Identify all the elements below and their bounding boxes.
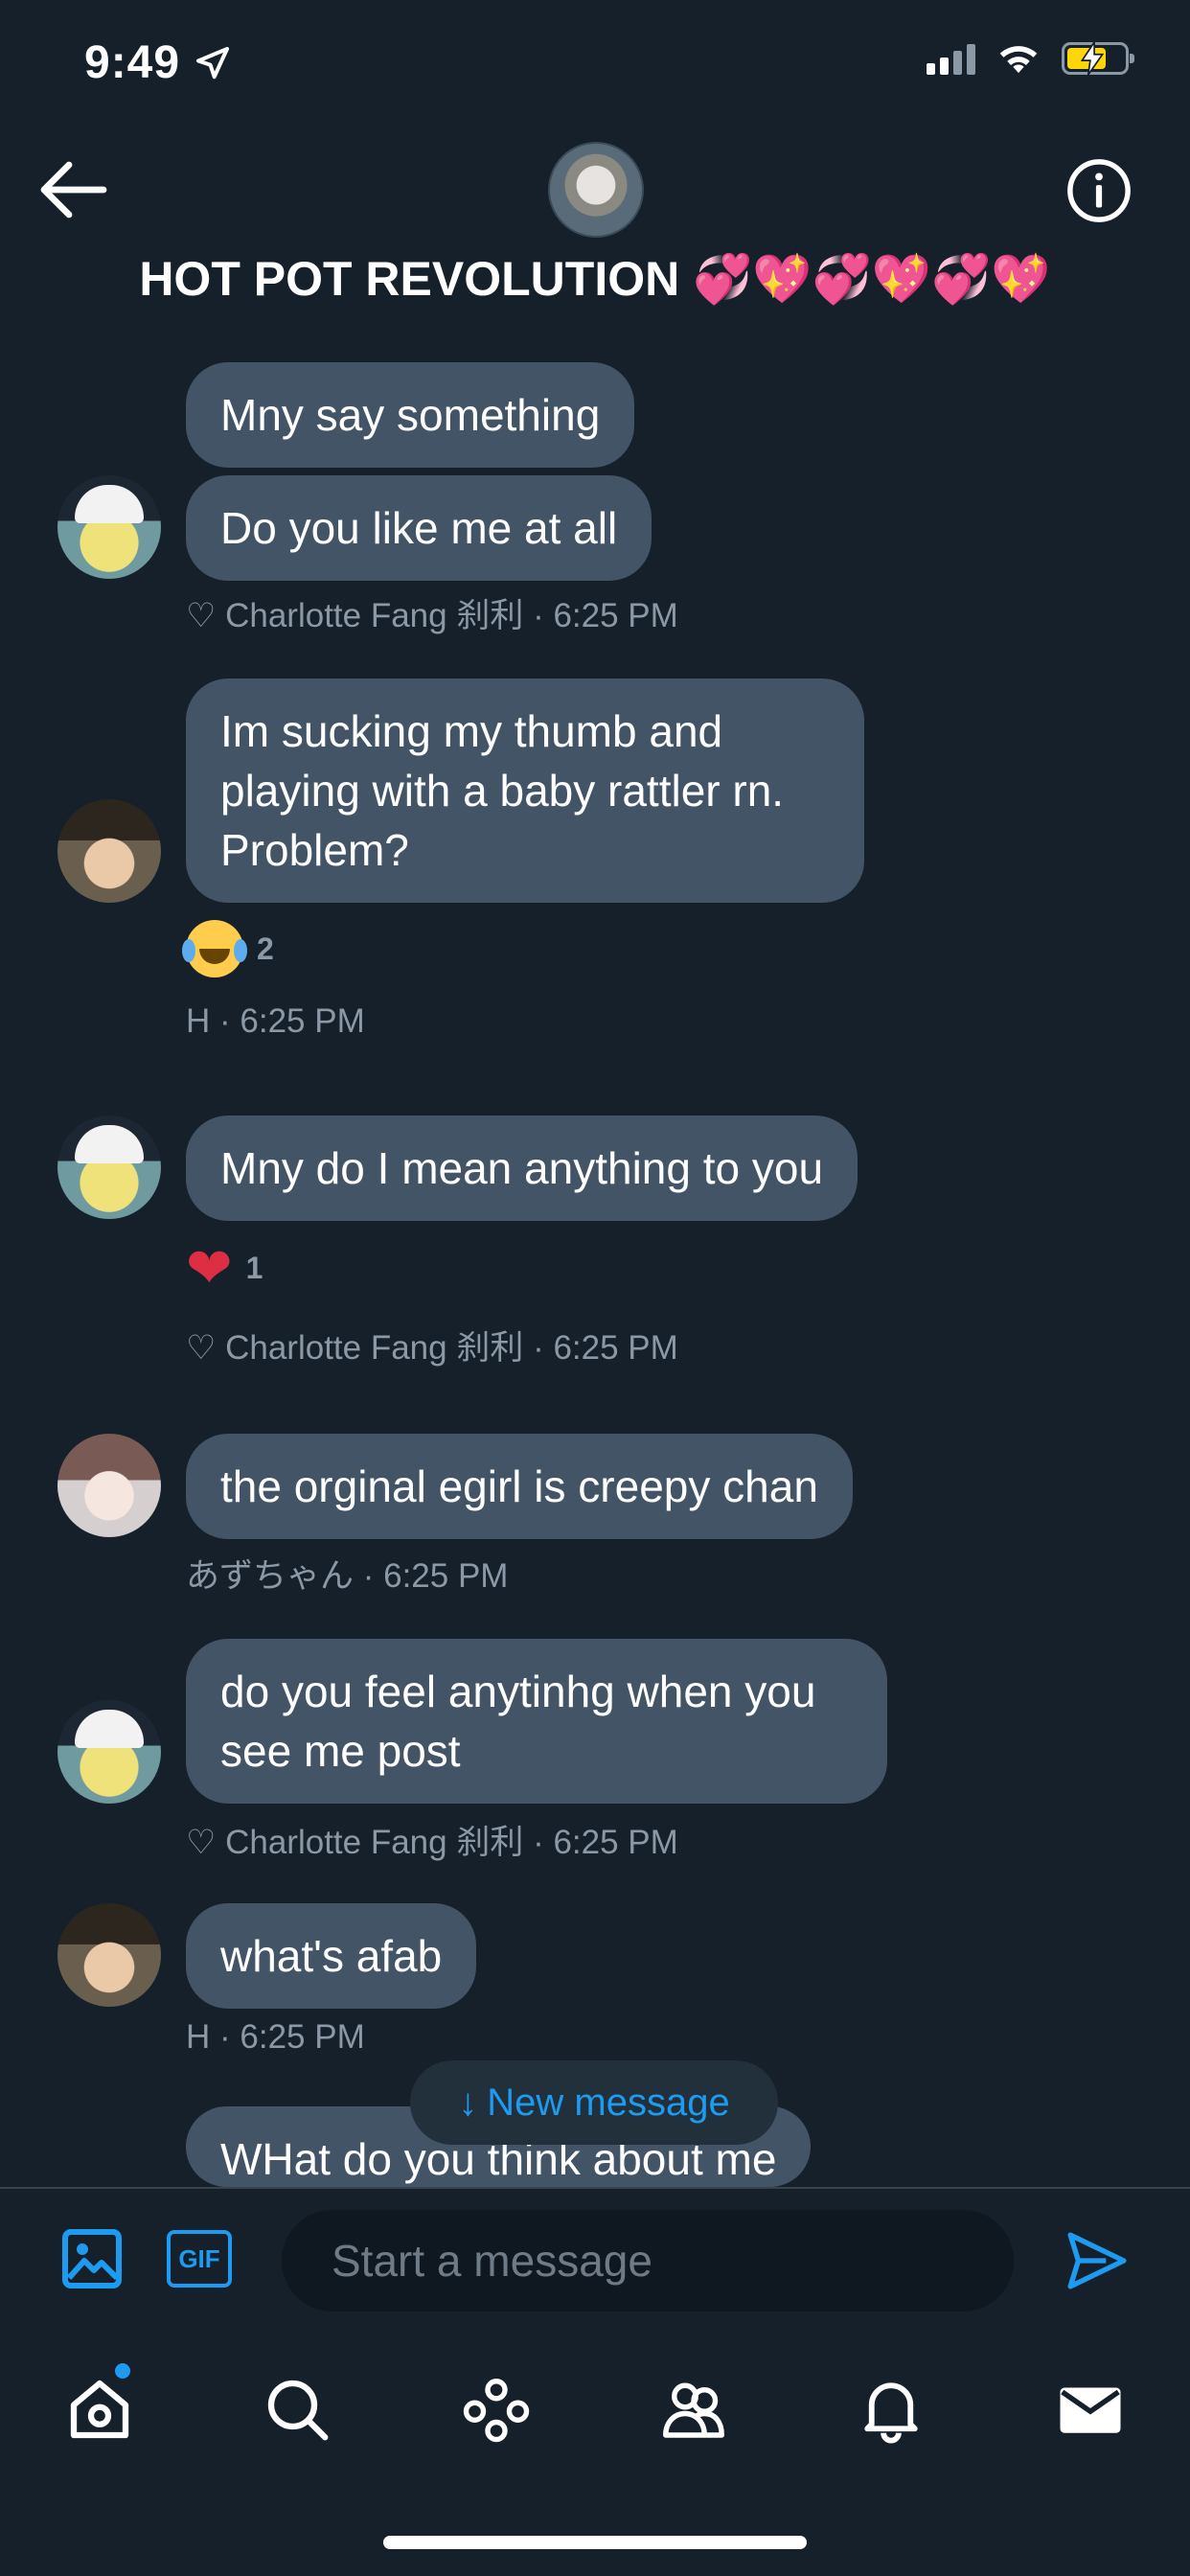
spaces-icon[interactable] bbox=[462, 2375, 531, 2444]
status-time-text: 9:49 bbox=[84, 37, 181, 88]
avatar[interactable] bbox=[57, 1116, 161, 1219]
message-bubble[interactable]: what's afab bbox=[186, 1903, 477, 2009]
message-bubble[interactable]: the orginal egirl is creepy chan bbox=[186, 1434, 853, 1539]
home-icon[interactable] bbox=[65, 2375, 134, 2444]
reaction[interactable]: 2 bbox=[182, 920, 274, 978]
message-bubble[interactable]: Mny do I mean anything to you bbox=[186, 1116, 858, 1221]
laughing-emoji-icon bbox=[182, 920, 247, 978]
group-avatar[interactable] bbox=[548, 142, 644, 238]
heart-emoji-icon: ❤ bbox=[186, 1235, 233, 1300]
avatar[interactable] bbox=[57, 799, 161, 903]
location-arrow-icon bbox=[196, 46, 230, 79]
communities-icon[interactable] bbox=[659, 2375, 728, 2444]
down-arrow-icon: ↓ bbox=[458, 2081, 478, 2124]
battery-charging-icon bbox=[1062, 42, 1134, 75]
message-bubble[interactable]: do you feel anytinhg when you see me pos… bbox=[186, 1639, 887, 1804]
message-bubble[interactable]: Im sucking my thumb and playing with a b… bbox=[186, 678, 864, 903]
new-message-label: New message bbox=[487, 2081, 730, 2124]
message-meta: H · 6:25 PM bbox=[186, 1002, 365, 1040]
info-icon[interactable] bbox=[1065, 157, 1133, 224]
search-icon[interactable] bbox=[263, 2375, 332, 2444]
signal-icon bbox=[927, 42, 975, 75]
message-bubble[interactable]: Mny say something bbox=[186, 362, 635, 468]
conversation-title[interactable]: HOT POT REVOLUTION 💞💖💞💖💞💖 bbox=[0, 251, 1190, 308]
bell-icon[interactable] bbox=[857, 2375, 926, 2444]
notification-dot bbox=[115, 2363, 130, 2379]
image-icon[interactable] bbox=[61, 2228, 123, 2289]
home-indicator[interactable] bbox=[383, 2536, 807, 2549]
message-bubble[interactable]: Do you like me at all bbox=[186, 475, 652, 581]
wifi-icon bbox=[999, 46, 1038, 74]
avatar[interactable] bbox=[57, 1700, 161, 1804]
status-indicators bbox=[927, 42, 1134, 75]
mail-icon[interactable] bbox=[1056, 2375, 1125, 2444]
back-arrow-icon[interactable] bbox=[38, 159, 107, 220]
status-time: 9:49 bbox=[84, 36, 232, 89]
new-message-button[interactable]: ↓ New message bbox=[410, 2060, 778, 2145]
reaction-count: 2 bbox=[257, 931, 274, 966]
gif-button[interactable]: GIF bbox=[167, 2230, 232, 2288]
avatar[interactable] bbox=[57, 475, 161, 579]
send-icon[interactable] bbox=[1064, 2229, 1129, 2292]
avatar[interactable] bbox=[57, 1903, 161, 2007]
message-meta: ♡ Charlotte Fang 刹利 · 6:25 PM bbox=[186, 1824, 678, 1861]
message-meta: ♡ Charlotte Fang 刹利 · 6:25 PM bbox=[186, 1329, 678, 1367]
reaction-count: 1 bbox=[245, 1250, 263, 1285]
avatar[interactable] bbox=[57, 1434, 161, 1537]
message-input[interactable] bbox=[282, 2210, 1014, 2312]
reaction[interactable]: ❤ 1 bbox=[186, 1238, 263, 1298]
message-meta: あずちゃん · 6:25 PM bbox=[186, 1557, 509, 1595]
message-meta: H · 6:25 PM bbox=[186, 2018, 365, 2056]
message-meta: ♡ Charlotte Fang 刹利 · 6:25 PM bbox=[186, 597, 678, 634]
